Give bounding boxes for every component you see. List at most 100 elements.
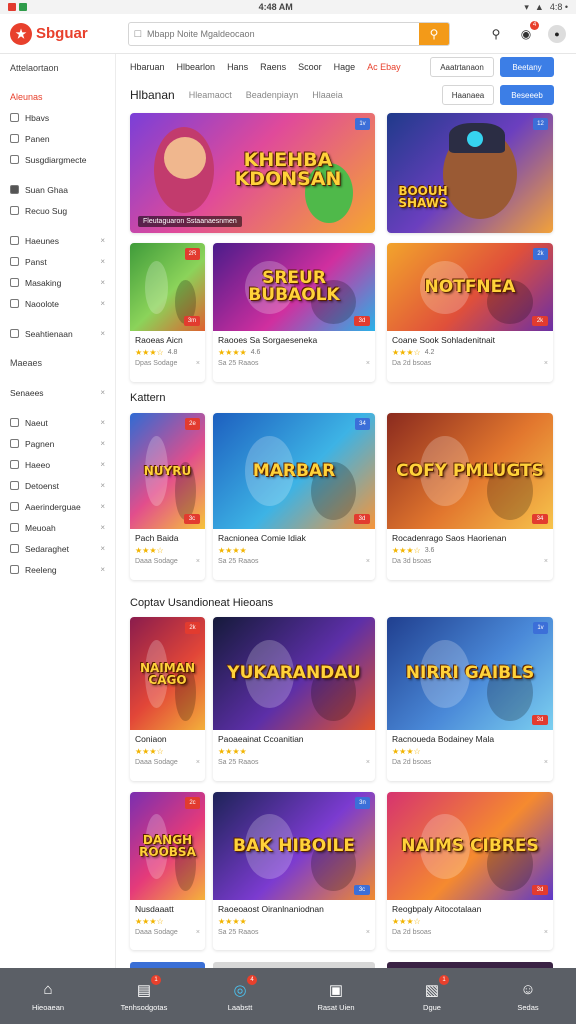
bottom-nav-item[interactable]: ▤ 1 Tenhsodgotas <box>104 974 184 1012</box>
sidebar-item[interactable]: Panst × <box>0 251 115 272</box>
sidebar-item[interactable]: Reeleng × <box>0 559 115 580</box>
dismiss-icon[interactable]: × <box>366 929 370 936</box>
close-icon[interactable]: × <box>100 523 105 532</box>
dismiss-icon[interactable]: × <box>544 360 548 367</box>
close-icon[interactable]: × <box>100 565 105 574</box>
game-title[interactable]: Reogbpaly Aitocotalaan <box>392 904 548 914</box>
close-icon[interactable]: × <box>100 236 105 245</box>
game-title[interactable]: Rocadenrago Saos Haorienan <box>392 533 548 543</box>
close-icon[interactable]: × <box>100 278 105 287</box>
tab-2[interactable]: Hans <box>221 62 254 72</box>
bottom-nav-item[interactable]: ▣ Rasat Uien <box>296 981 376 1012</box>
close-icon[interactable]: × <box>100 439 105 448</box>
sidebar-item[interactable]: Sedaraghet × <box>0 538 115 559</box>
close-icon[interactable]: × <box>100 257 105 266</box>
secondary-button[interactable]: Aaatrtanaon <box>430 57 494 77</box>
close-icon[interactable]: × <box>100 544 105 553</box>
game-title[interactable]: Coniaon <box>135 734 200 744</box>
section-tab[interactable]: Hleamaoct <box>189 90 232 100</box>
tab-0[interactable]: Hbaruan <box>130 62 171 72</box>
sidebar-item[interactable]: Naoolote × <box>0 293 115 314</box>
tab-3[interactable]: Raens <box>254 62 292 72</box>
logo[interactable]: ★ Sbguar <box>10 22 128 45</box>
close-icon[interactable]: × <box>100 460 105 469</box>
game-card[interactable]: 2R 3m Raoeas Aicn ★★★☆ 4.8 Dpas Sodage × <box>130 243 205 382</box>
game-card[interactable]: NAIMAN CAGO 2k Coniaon ★★★☆ Daaa Sodage × <box>130 617 205 781</box>
dismiss-icon[interactable]: × <box>544 929 548 936</box>
dismiss-icon[interactable]: × <box>544 558 548 565</box>
collapse-icon[interactable]: × <box>100 388 105 397</box>
sidebar-item[interactable]: Hbavs <box>0 107 115 128</box>
sidebar-item[interactable]: Haeeo × <box>0 454 115 475</box>
search-input[interactable] <box>147 22 419 45</box>
notification-icon[interactable]: ◉ 4 <box>518 20 539 42</box>
game-card[interactable]: NUYRU 2e 3c Pach Baida ★★★☆ Daaa Sodage × <box>130 413 205 580</box>
dismiss-icon[interactable]: × <box>366 360 370 367</box>
sidebar-item[interactable]: Aaerinderguae × <box>0 496 115 517</box>
dismiss-icon[interactable]: × <box>196 360 200 367</box>
sidebar-item-label: Seahtienaan <box>25 328 73 339</box>
game-title[interactable]: Nusdaaatt <box>135 904 200 914</box>
close-icon[interactable]: × <box>100 502 105 511</box>
game-card[interactable]: NAIMS CIBRES 3d Reogbpaly Aitocotalaan ★★★☆… <box>387 792 553 950</box>
game-card[interactable]: NOTFNEA 2k 2k Coane Sook Sohladenitnait ★★★☆… <box>387 243 553 382</box>
tab-special[interactable]: Ac Ebay <box>361 62 407 72</box>
game-card[interactable]: COFY PMLUGTS 34 Rocadenrago Saos Haorienan… <box>387 413 553 580</box>
game-title[interactable]: Pach Baida <box>135 533 200 543</box>
dismiss-icon[interactable]: × <box>366 759 370 766</box>
filter-button[interactable]: Haanaea <box>442 85 494 105</box>
dismiss-icon[interactable]: × <box>196 759 200 766</box>
game-card[interactable]: BAK HIBOILE 3n 3c Raoeoaost Oiranlnaniodnan… <box>213 792 375 950</box>
help-icon[interactable]: ⚲ <box>488 26 504 42</box>
close-icon[interactable]: × <box>100 299 105 308</box>
bottom-nav-item[interactable]: ◎ 4 Laabstt <box>200 974 280 1012</box>
game-card[interactable]: NIRRI GAIBLS 1v 3d Racnoueda Bodainey Mala ★… <box>387 617 553 781</box>
sidebar-section-services[interactable]: Senaees × <box>0 382 115 403</box>
tab-1[interactable]: Hlbearlon <box>171 62 222 72</box>
game-title[interactable]: Raoeas Aicn <box>135 335 200 345</box>
tab-5[interactable]: Hage <box>328 62 362 72</box>
game-title[interactable]: Paoaeainat Ccoanitian <box>218 734 370 744</box>
close-icon[interactable]: × <box>100 418 105 427</box>
primary-button[interactable]: Beetany <box>500 57 554 77</box>
section-tab[interactable]: Beadenpiayn <box>246 90 299 100</box>
sidebar-item[interactable]: Haeunes × <box>0 230 115 251</box>
game-card[interactable]: DANGH ROOBSA 2c Nusdaaatt ★★★☆ Daaa Sodage × <box>130 792 205 950</box>
bottom-nav-item[interactable]: ☺ Sedas <box>488 981 568 1012</box>
sidebar-item[interactable]: Seahtienaan × <box>0 323 115 344</box>
game-card[interactable]: YUKARANDAU Paoaeainat Ccoanitian ★★★★ Sa 25… <box>213 617 375 781</box>
sidebar-item[interactable]: Suan Ghaa <box>0 179 115 200</box>
game-title[interactable]: Raoeoaost Oiranlnaniodnan <box>218 904 370 914</box>
card-body: Raooes Sa Sorgaeseneka ★★★★ 4.6 Sa 25 Raaos… <box>213 331 375 367</box>
game-title[interactable]: Racnoueda Bodainey Mala <box>392 734 548 744</box>
sidebar-item[interactable]: Masaking × <box>0 272 115 293</box>
dismiss-icon[interactable]: × <box>196 929 200 936</box>
game-thumbnail: SREUR BUBAOLK 3d <box>213 243 375 331</box>
dismiss-icon[interactable]: × <box>366 558 370 565</box>
section-tab[interactable]: Hlaaeia <box>312 90 343 100</box>
sort-button[interactable]: Beseeeb <box>500 85 554 105</box>
sidebar-item[interactable]: Meuoah × <box>0 517 115 538</box>
dismiss-icon[interactable]: × <box>544 759 548 766</box>
close-icon[interactable]: × <box>100 481 105 490</box>
hero-card[interactable]: KHEHBA KDONSAN 1v Fleutaguaron Sstaanaes… <box>130 113 375 233</box>
profile-icon[interactable]: ● <box>548 24 566 43</box>
sidebar-item[interactable]: Naeut × <box>0 412 115 433</box>
game-card[interactable]: SREUR BUBAOLK 3d Raooes Sa Sorgaeseneka ★★★… <box>213 243 375 382</box>
sidebar-item[interactable]: Recuo Sug <box>0 200 115 221</box>
sidebar-item[interactable]: Detoenst × <box>0 475 115 496</box>
bottom-nav-item[interactable]: ▧ 1 Dgue <box>392 974 472 1012</box>
game-title[interactable]: Coane Sook Sohladenitnait <box>392 335 548 345</box>
dismiss-icon[interactable]: × <box>196 558 200 565</box>
bottom-nav-item[interactable]: ⌂ Hieoaean <box>8 981 88 1012</box>
sidebar-item[interactable]: Panen <box>0 128 115 149</box>
close-icon[interactable]: × <box>100 329 105 338</box>
game-title[interactable]: Raooes Sa Sorgaeseneka <box>218 335 370 345</box>
game-card[interactable]: MARBAR 34 3d Racnionea Comie Idiak ★★★★ Sa 25… <box>213 413 375 580</box>
search-button[interactable]: ⚲ <box>419 22 449 45</box>
tab-4[interactable]: Scoor <box>292 62 328 72</box>
game-title[interactable]: Racnionea Comie Idiak <box>218 533 370 543</box>
sidebar-item[interactable]: Pagnen × <box>0 433 115 454</box>
hero-card[interactable]: BOOUH SHAWS 12 <box>387 113 553 233</box>
sidebar-item[interactable]: Susgdiargmecte <box>0 149 115 170</box>
